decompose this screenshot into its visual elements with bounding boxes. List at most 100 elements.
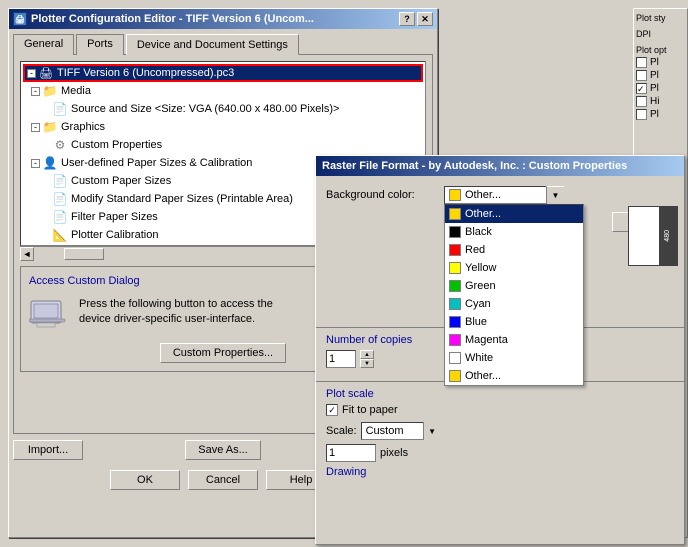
plot-scale-section: Plot scale ✓ Fit to paper Scale: Custom …: [316, 381, 684, 484]
diagram-box: 480: [628, 206, 678, 266]
selected-color-swatch: [449, 189, 461, 201]
scale-label: Scale:: [326, 425, 357, 437]
plot-checkbox-1[interactable]: [636, 57, 647, 68]
expand-icon-paper[interactable]: -: [31, 159, 40, 168]
tree-root-item[interactable]: - 🖨 TIFF Version 6 (Uncompressed).pc3: [23, 64, 423, 82]
color-label-yellow: Yellow: [465, 262, 496, 274]
color-option-white[interactable]: White: [445, 349, 583, 367]
color-option-magenta[interactable]: Magenta: [445, 331, 583, 349]
spinner-up-btn[interactable]: ▲: [360, 350, 374, 359]
tab-general[interactable]: General: [13, 34, 74, 55]
swatch-black: [449, 226, 461, 238]
checkbox-row-2: Pl: [636, 70, 685, 81]
swatch-red: [449, 244, 461, 256]
save-as-button[interactable]: Save As...: [185, 440, 261, 460]
page-icon-modify: 📄: [52, 191, 68, 207]
scale-input-field[interactable]: [326, 444, 376, 462]
color-label-green: Green: [465, 280, 496, 292]
tree-label-media: Media: [61, 85, 91, 97]
tab-bar: General Ports Device and Document Settin…: [9, 29, 437, 54]
tree-label-calibration: Plotter Calibration: [71, 229, 158, 241]
scale-dropdown-arrow[interactable]: ▼: [423, 422, 441, 440]
help-button[interactable]: ?: [399, 12, 415, 26]
ok-button[interactable]: OK: [110, 470, 180, 490]
color-label-other-bottom: Other...: [465, 370, 501, 382]
window-title: Plotter Configuration Editor - TIFF Vers…: [31, 13, 314, 25]
color-label-red: Red: [465, 244, 485, 256]
color-option-yellow[interactable]: Yellow: [445, 259, 583, 277]
right-panel-content: Plot sty DPI Plot opt Pl Pl ✓ Pl Hi Pl: [634, 9, 687, 126]
cancel-button[interactable]: Cancel: [188, 470, 258, 490]
swatch-magenta: [449, 334, 461, 346]
swatch-cyan: [449, 298, 461, 310]
fit-to-paper-row: ✓ Fit to paper: [326, 404, 674, 416]
page-icon-paper: 📄: [52, 173, 68, 189]
expand-icon-media[interactable]: -: [31, 87, 40, 96]
raster-title-bar: Raster File Format - by Autodesk, Inc. :…: [316, 156, 684, 176]
plot-check-label-5: Pl: [650, 109, 659, 120]
color-option-cyan[interactable]: Cyan: [445, 295, 583, 313]
swatch-blue: [449, 316, 461, 328]
diagram-text: 480: [664, 230, 671, 242]
tree-item-media[interactable]: - 📁 Media: [23, 82, 423, 100]
title-bar: 🖨 Plotter Configuration Editor - TIFF Ve…: [9, 9, 437, 29]
color-option-other-top[interactable]: Other...: [445, 205, 583, 223]
copies-dropdown[interactable]: 1: [326, 350, 356, 368]
import-button[interactable]: Import...: [13, 440, 83, 460]
plot-scale-label: Plot scale: [326, 388, 674, 400]
scale-unit: pixels: [380, 447, 408, 459]
swatch-yellow: [449, 262, 461, 274]
color-option-blue[interactable]: Blue: [445, 313, 583, 331]
color-label-other-top: Other...: [465, 208, 501, 220]
tree-item-source[interactable]: 📄 Source and Size <Size: VGA (640.00 x 4…: [23, 100, 423, 118]
expand-icon-graphics[interactable]: -: [31, 123, 40, 132]
color-label-white: White: [465, 352, 493, 364]
tree-label-custom-paper: Custom Paper Sizes: [71, 175, 171, 187]
plot-checkbox-5[interactable]: [636, 109, 647, 120]
bg-color-label: Background color:: [326, 189, 436, 201]
folder-icon-graphics: 📁: [42, 119, 58, 135]
title-buttons: ? ✕: [399, 12, 433, 26]
tree-root-label: TIFF Version 6 (Uncompressed).pc3: [57, 67, 234, 79]
swatch-other-bottom: [449, 370, 461, 382]
tab-ports[interactable]: Ports: [76, 34, 124, 55]
dropdown-list: Other... Black Red Yellow: [444, 204, 584, 386]
plot-checkbox-3[interactable]: ✓: [636, 83, 647, 94]
plot-check-label-3: Pl: [650, 83, 659, 94]
fit-to-paper-label: Fit to paper: [342, 404, 398, 416]
tab-device-doc-settings[interactable]: Device and Document Settings: [126, 34, 299, 55]
tree-item-graphics[interactable]: - 📁 Graphics: [23, 118, 423, 136]
fit-to-paper-checkbox[interactable]: ✓: [326, 404, 338, 416]
spinner-buttons: ▲ ▼: [360, 350, 374, 368]
plot-check-label-2: Pl: [650, 70, 659, 81]
color-option-other-bottom[interactable]: Other...: [445, 367, 583, 385]
bg-color-dropdown-container: Other... ▼ Other... Black Red: [444, 186, 564, 204]
spinner-down-btn[interactable]: ▼: [360, 359, 374, 368]
color-option-black[interactable]: Black: [445, 223, 583, 241]
plot-checkbox-2[interactable]: [636, 70, 647, 81]
plot-checkbox-4[interactable]: [636, 96, 647, 107]
title-bar-left: 🖨 Plotter Configuration Editor - TIFF Ve…: [13, 12, 314, 26]
scroll-thumb[interactable]: [64, 248, 104, 260]
page-icon-filter: 📄: [52, 209, 68, 225]
drawing-label: Drawing: [326, 466, 674, 478]
dropdown-arrow-btn[interactable]: ▼: [546, 186, 564, 204]
tree-label-modify: Modify Standard Paper Sizes (Printable A…: [71, 193, 293, 205]
color-option-red[interactable]: Red: [445, 241, 583, 259]
dpi-label: DPI: [636, 29, 685, 39]
close-button[interactable]: ✕: [417, 12, 433, 26]
tree-label-source: Source and Size <Size: VGA (640.00 x 480…: [71, 103, 339, 115]
scroll-left-btn[interactable]: ◄: [20, 247, 34, 261]
color-option-green[interactable]: Green: [445, 277, 583, 295]
expand-icon-root[interactable]: -: [27, 69, 36, 78]
checkbox-row-5: Pl: [636, 109, 685, 120]
tree-label-paper-sizes: User-defined Paper Sizes & Calibration: [61, 157, 252, 169]
color-label-blue: Blue: [465, 316, 487, 328]
checkbox-row-4: Hi: [636, 96, 685, 107]
swatch-white: [449, 352, 461, 364]
color-label-black: Black: [465, 226, 492, 238]
plot-check-label-4: Hi: [650, 96, 659, 107]
folder-icon-media: 📁: [42, 83, 58, 99]
custom-properties-button[interactable]: Custom Properties...: [160, 343, 286, 363]
tree-item-custom-props[interactable]: ⚙ Custom Properties: [23, 136, 423, 154]
